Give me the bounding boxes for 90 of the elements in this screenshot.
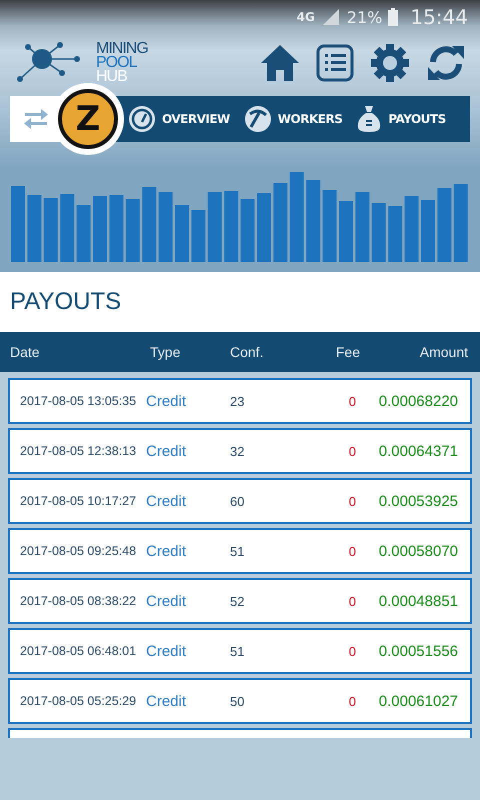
chart-bar: [76, 205, 91, 262]
chart-bar: [60, 194, 74, 262]
amount-cell-text: 0.00053925: [378, 492, 458, 510]
battery-percent: 21%: [346, 8, 382, 26]
nav-link[interactable]: OVERVIEW: [128, 105, 230, 133]
column-header: Fee: [334, 344, 360, 360]
confirmations-cell-text: 52: [229, 594, 246, 608]
chart-bar: [44, 198, 58, 262]
chart-bar: [27, 195, 42, 262]
payout-row[interactable]: [8, 728, 472, 738]
nav-link[interactable]: WORKERS: [244, 105, 342, 133]
swap-icon: [23, 109, 49, 129]
signal-icon: [320, 9, 341, 25]
column-header: Conf.: [230, 344, 264, 360]
network-indicator: 4G: [296, 10, 315, 24]
type-cell-text: Credit: [146, 592, 188, 610]
chart-bar: [339, 201, 353, 262]
amount-cell-text: 0.00048851: [378, 592, 458, 610]
chart-bar: [322, 190, 337, 262]
chart-bar: [93, 196, 107, 262]
column-header: Amount: [418, 344, 468, 360]
amount-cell-text: 0.00061027: [378, 692, 458, 710]
date-cell-text: 2017-08-05 06:48:01: [20, 644, 138, 658]
fee-cell-text: 0: [348, 444, 356, 458]
payout-row[interactable]: 2017-08-05 13:05:35 Credit 23 0 0.00068220: [8, 378, 472, 424]
date-cell-text: 2017-08-05 08:38:22: [20, 594, 138, 608]
logo-text: POOL: [96, 56, 138, 70]
type-cell-text: Credit: [146, 492, 188, 510]
fee-cell-text: 0: [348, 494, 356, 508]
payout-row[interactable]: 2017-08-05 09:25:48 Credit 51 0 0.00058070: [8, 528, 472, 574]
home-icon[interactable]: [260, 44, 300, 82]
battery-icon: [388, 8, 398, 26]
chart-bar: [109, 195, 124, 262]
type-cell-text: Credit: [146, 542, 188, 560]
payout-row[interactable]: 2017-08-05 05:25:29 Credit 50 0 0.00061027: [8, 678, 472, 724]
clock: 15:44: [410, 5, 468, 29]
fee-cell-text: 0: [348, 594, 356, 608]
type-cell-text: Credit: [146, 692, 188, 710]
type-cell-text: Credit: [146, 442, 188, 460]
fee-cell-text: 0: [348, 644, 356, 658]
chart-bar: [175, 205, 189, 262]
fee-cell-text: 0: [348, 694, 356, 708]
date-cell-text: 2017-08-05 13:05:35: [20, 394, 138, 408]
section-title: PAYOUTS: [10, 288, 122, 316]
logo-text: MINING: [96, 42, 148, 56]
amount-cell-text: 0.00051556: [378, 642, 458, 660]
network-logo-icon: [16, 41, 80, 85]
date-cell-text: 2017-08-05 05:25:29: [20, 694, 138, 708]
fee-cell-text: 0: [348, 544, 356, 558]
amount-cell-text: 0.00068220: [378, 392, 458, 410]
date-cell-text: 2017-08-05 09:25:48: [20, 544, 138, 558]
nav-link[interactable]: PAYOUTS: [356, 105, 446, 133]
confirmations-cell-text: 32: [229, 444, 246, 458]
chart-bar: [158, 192, 173, 262]
money-bag-icon: [356, 105, 382, 133]
amount-cell-text: 0.00058070: [378, 542, 458, 560]
chart-bar: [126, 199, 140, 262]
amount-cell-text: 0.00064371: [378, 442, 458, 460]
chart-bar: [372, 203, 386, 262]
logo-text: HUB: [96, 70, 128, 84]
column-header: Date: [10, 344, 41, 360]
type-cell-text: Credit: [146, 392, 188, 410]
date-cell-text: 2017-08-05 10:17:27: [20, 494, 138, 508]
settings-icon[interactable]: [370, 43, 410, 83]
date-cell-text: 2017-08-05 12:38:13: [20, 444, 138, 458]
chart-bar: [240, 199, 255, 262]
chart-bar: [388, 206, 402, 262]
pickaxe-icon: [244, 105, 272, 133]
payout-row[interactable]: 2017-08-05 08:38:22 Credit 52 0 0.00048851: [8, 578, 472, 624]
type-cell-text: Credit: [146, 642, 188, 660]
chart-bar: [421, 200, 435, 262]
fee-cell-text: 0: [348, 394, 356, 408]
confirmations-cell-text: 60: [229, 494, 246, 508]
confirmations-cell-text: 51: [229, 544, 246, 558]
payout-row[interactable]: 2017-08-05 12:38:13 Credit 32 0 0.00064371: [8, 428, 472, 474]
chart-bar: [191, 210, 206, 262]
gauge-icon: [128, 105, 156, 133]
chart-bar: [257, 193, 271, 262]
confirmations-cell-text: 23: [229, 394, 246, 408]
confirmations-cell-text: 50: [229, 694, 246, 708]
chart-bar: [404, 196, 419, 262]
chart-bar: [224, 191, 238, 262]
chart-bar: [355, 192, 370, 262]
chart-bar: [208, 192, 222, 262]
column-header: Type: [150, 344, 182, 360]
payout-row[interactable]: 2017-08-05 06:48:01 Credit 51 0 0.00051556: [8, 628, 472, 674]
list-icon[interactable]: [316, 44, 354, 82]
payout-row[interactable]: 2017-08-05 10:17:27 Credit 60 0 0.00053925: [8, 478, 472, 524]
confirmations-cell-text: 51: [229, 644, 246, 658]
refresh-icon[interactable]: [426, 44, 466, 82]
